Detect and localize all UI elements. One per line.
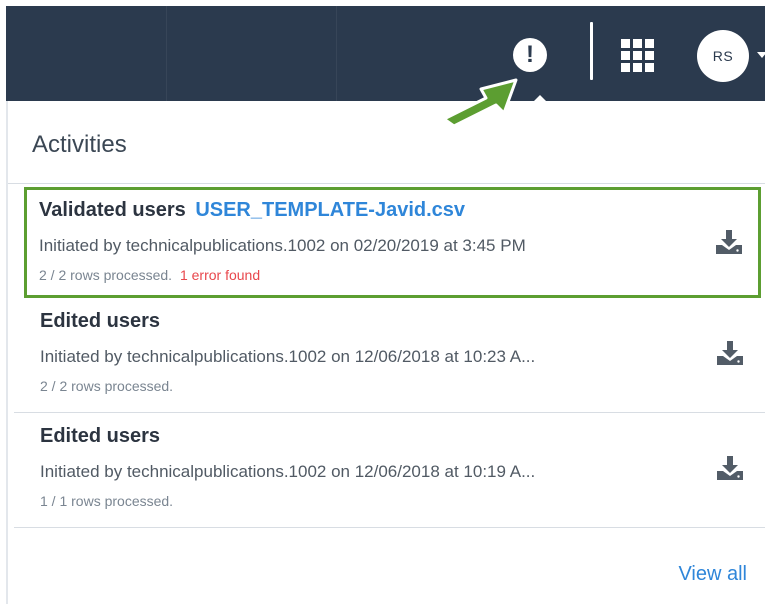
activity-item[interactable]: Edited users Initiated by technicalpubli… (14, 413, 765, 528)
panel-pointer-notch (530, 95, 550, 105)
toolbar-divider (590, 22, 593, 80)
activity-initiated: Initiated by technicalpublications.1002 … (40, 347, 536, 366)
activity-rows: 2 / 2 rows processed. 1 error found (39, 267, 260, 283)
activity-error[interactable]: 1 error found (180, 267, 260, 283)
activity-initiated: Initiated by technicalpublications.1002 … (40, 462, 536, 481)
user-avatar[interactable]: RS (697, 30, 749, 82)
panel-title: Activities (32, 131, 127, 158)
exclamation-icon: ! (526, 41, 534, 68)
activity-item[interactable]: Validated users USER_TEMPLATE-Javid.csv … (24, 187, 761, 298)
download-icon[interactable] (715, 229, 743, 255)
view-all-link[interactable]: View all (678, 563, 747, 586)
activity-rows-processed: 2 / 2 rows processed. (39, 267, 173, 283)
activity-action: Validated users (39, 199, 186, 221)
pointer-arrow-icon (442, 78, 518, 128)
download-icon[interactable] (716, 455, 744, 481)
activity-title: Edited users (40, 310, 161, 332)
avatar-initials: RS (712, 48, 734, 64)
apps-grid-icon[interactable] (621, 39, 654, 72)
activity-title: Edited users (40, 425, 161, 447)
topbar-seam (166, 6, 167, 101)
screen: ! RS Activities Validated users USER_TEM… (0, 0, 765, 604)
activity-rows-processed: 2 / 2 rows processed. (40, 378, 174, 394)
activity-initiated: Initiated by technicalpublications.1002 … (39, 236, 526, 255)
activity-file-link[interactable]: USER_TEMPLATE-Javid.csv (195, 199, 465, 221)
activity-rows-processed: 1 / 1 rows processed. (40, 493, 174, 509)
activity-title: Validated users USER_TEMPLATE-Javid.csv (39, 199, 465, 222)
download-icon[interactable] (716, 340, 744, 366)
caret-down-icon[interactable] (757, 52, 765, 58)
panel-divider (8, 183, 765, 184)
topbar-seam (336, 6, 337, 101)
activity-item[interactable]: Edited users Initiated by technicalpubli… (14, 298, 765, 413)
notifications-button[interactable]: ! (513, 38, 547, 72)
activities-panel: Activities Validated users USER_TEMPLATE… (6, 101, 765, 604)
